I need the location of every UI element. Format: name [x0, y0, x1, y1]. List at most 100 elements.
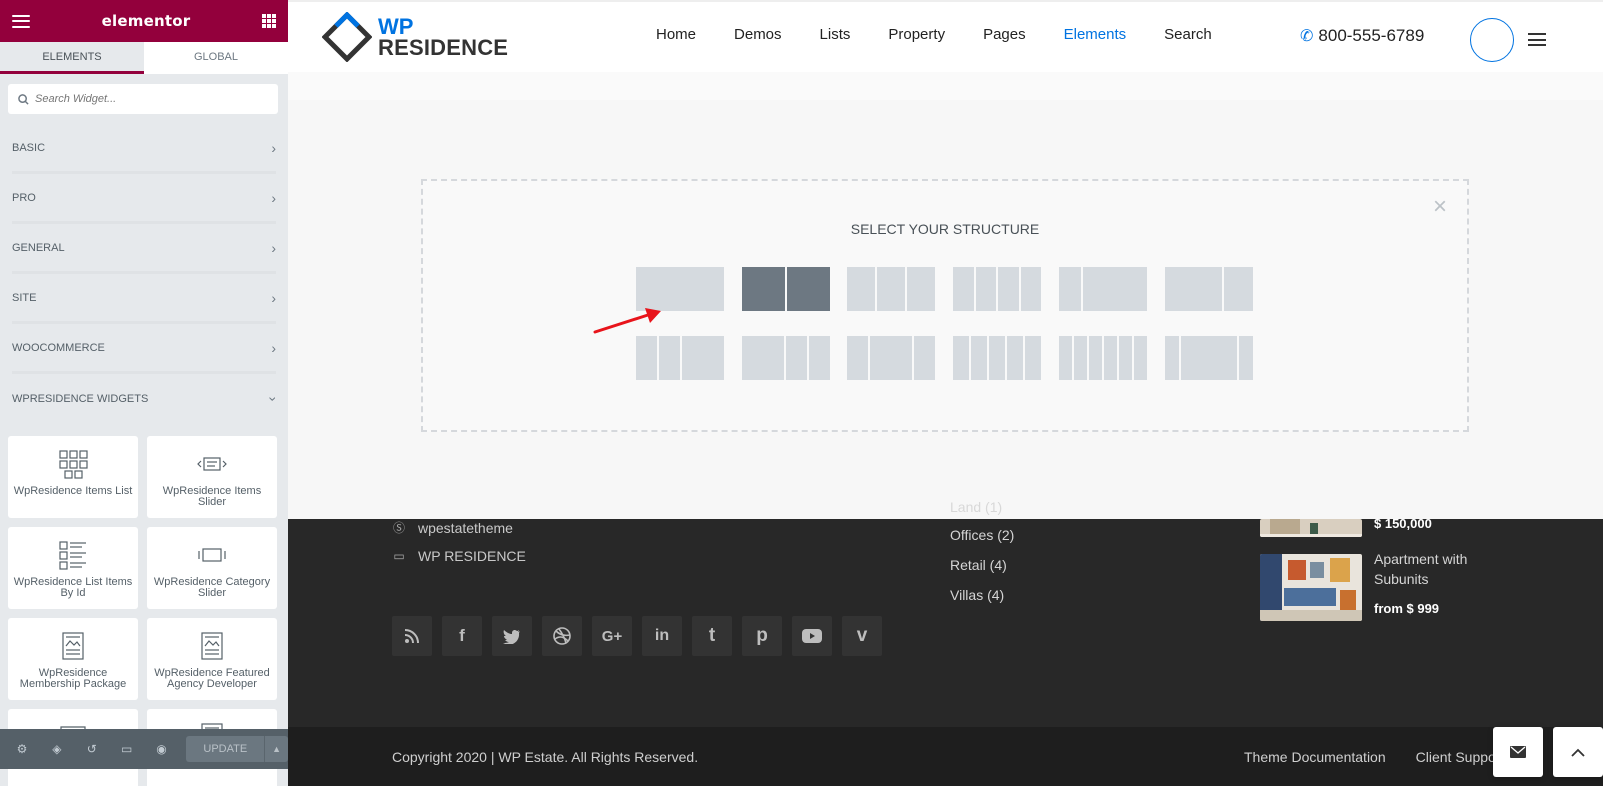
history-icon[interactable]: ↺: [78, 742, 106, 756]
structure-preset-1-col[interactable]: [636, 267, 724, 311]
chevron-down-icon: ›: [265, 396, 282, 402]
chevron-up-icon: [1571, 748, 1585, 757]
vimeo-icon[interactable]: v: [842, 616, 882, 656]
nav-search[interactable]: Search: [1164, 26, 1212, 43]
nav-demos[interactable]: Demos: [734, 26, 782, 43]
nav-home[interactable]: Home: [656, 26, 696, 43]
category-slider-icon: [198, 548, 226, 562]
phone-icon: ✆: [1300, 28, 1314, 45]
property-title[interactable]: Apartment with Subunits: [1374, 549, 1524, 589]
preview-eye-icon[interactable]: ◉: [148, 742, 176, 756]
back-to-top-button[interactable]: [1553, 727, 1603, 777]
category-basic[interactable]: BASIC ›: [12, 124, 276, 174]
footer-category-land[interactable]: Land (1): [950, 499, 1002, 515]
footer-contact-text: wpestatetheme: [418, 519, 513, 536]
widget-label: WpResidence Membership Package: [19, 667, 127, 690]
structure-preset-5-col[interactable]: [953, 336, 1041, 380]
header-phone[interactable]: ✆ 800-555-6789: [1300, 26, 1424, 46]
navigator-layers-icon[interactable]: ◈: [43, 742, 71, 756]
widget-featured-agency-developer[interactable]: WpResidence Featured Agency Developer: [147, 618, 277, 700]
widget-category-slider[interactable]: WpResidence Category Slider: [147, 527, 277, 609]
structure-preset-25-50-25[interactable]: [847, 336, 935, 380]
close-icon[interactable]: ×: [1433, 195, 1447, 219]
monitor-icon: ▭: [393, 549, 405, 563]
footer-category-retail[interactable]: Retail (4): [950, 557, 1007, 573]
contact-mail-button[interactable]: [1493, 727, 1543, 777]
structure-preset-66-33[interactable]: [1165, 267, 1253, 311]
category-label: SITE: [12, 291, 37, 304]
property-thumbnail[interactable]: [1260, 519, 1362, 537]
category-woocommerce[interactable]: WOOCOMMERCE ›: [12, 324, 276, 374]
widget-items-slider[interactable]: WpResidence Items Slider: [147, 436, 277, 518]
link-client-support[interactable]: Client Support: [1416, 749, 1505, 765]
category-wpresidence-widgets[interactable]: WPRESIDENCE WIDGETS ›: [12, 374, 282, 424]
twitter-icon[interactable]: [492, 616, 532, 656]
editor-canvas: SELECT YOUR STRUCTURE ×: [288, 72, 1603, 519]
panel-footer: ⚙ ◈ ↺ ▭ ◉ UPDATE ▲: [0, 729, 288, 769]
pinterest-icon[interactable]: p: [742, 616, 782, 656]
main-navigation: Home Demos Lists Property Pages Elements…: [656, 26, 1250, 43]
structure-preset-4-col[interactable]: [953, 267, 1041, 311]
chevron-right-icon: ›: [271, 239, 276, 256]
google-plus-icon[interactable]: G+: [592, 616, 632, 656]
linkedin-icon[interactable]: in: [642, 616, 682, 656]
chevron-right-icon: ›: [271, 289, 276, 306]
widget-membership-package[interactable]: WpResidence Membership Package: [8, 618, 138, 700]
search-icon: [18, 93, 29, 105]
list-items-icon: [59, 541, 86, 570]
panel-tabs: ELEMENTS GLOBAL: [0, 42, 288, 74]
property-price: from $ 999: [1374, 601, 1440, 616]
structure-preset-25-75[interactable]: [1059, 267, 1147, 311]
select-structure-box: SELECT YOUR STRUCTURE ×: [421, 179, 1469, 432]
nav-property[interactable]: Property: [888, 26, 945, 43]
category-pro[interactable]: PRO ›: [12, 174, 276, 224]
user-avatar[interactable]: [1470, 18, 1514, 62]
elementor-logo: elementor: [101, 12, 191, 30]
copyright-text: Copyright 2020 | WP Estate. All Rights R…: [392, 749, 699, 765]
structure-preset-25-25-50[interactable]: [636, 336, 724, 380]
header-menu-icon[interactable]: [1528, 33, 1546, 46]
site-logo[interactable]: WP RESIDENCE: [322, 12, 508, 62]
structure-preset-50-25-25[interactable]: [742, 336, 830, 380]
footer-bottom-bar: Copyright 2020 | WP Estate. All Rights R…: [288, 727, 1603, 786]
category-site[interactable]: SITE ›: [12, 274, 276, 324]
tumblr-icon[interactable]: t: [692, 616, 732, 656]
dribbble-icon[interactable]: [542, 616, 582, 656]
membership-package-icon: [62, 632, 84, 660]
youtube-icon[interactable]: [792, 616, 832, 656]
widgets-grid-icon[interactable]: [262, 14, 276, 28]
facebook-icon[interactable]: f: [442, 616, 482, 656]
settings-gear-icon[interactable]: ⚙: [8, 742, 36, 756]
structure-preset-3-col[interactable]: [847, 267, 935, 311]
link-theme-documentation[interactable]: Theme Documentation: [1244, 749, 1386, 765]
nav-elements[interactable]: Elements: [1064, 26, 1127, 43]
tab-elements[interactable]: ELEMENTS: [0, 42, 144, 74]
responsive-mode-icon[interactable]: ▭: [113, 742, 141, 756]
category-general[interactable]: GENERAL ›: [12, 224, 276, 274]
nav-pages[interactable]: Pages: [983, 26, 1026, 43]
tab-global[interactable]: GLOBAL: [144, 42, 288, 74]
widget-label: WpResidence Items List: [13, 485, 133, 497]
hamburger-menu-icon[interactable]: [12, 14, 30, 28]
structure-preset-16-66-16[interactable]: [1165, 336, 1253, 380]
structure-preset-2-col[interactable]: [742, 267, 830, 311]
header-spacer: [288, 72, 1603, 100]
update-button[interactable]: UPDATE: [186, 736, 265, 762]
property-thumbnail[interactable]: [1260, 554, 1362, 621]
footer-website[interactable]: ▭ WP RESIDENCE: [392, 548, 526, 564]
rss-icon[interactable]: [392, 616, 432, 656]
nav-lists[interactable]: Lists: [820, 26, 851, 43]
caret-up-icon[interactable]: ▲: [264, 736, 288, 762]
chevron-right-icon: ›: [271, 139, 276, 156]
search-widget-input[interactable]: [35, 93, 265, 105]
footer-category-offices[interactable]: Offices (2): [950, 527, 1014, 543]
widget-items-list[interactable]: WpResidence Items List: [8, 436, 138, 518]
widget-label: WpResidence Category Slider: [153, 576, 271, 599]
widget-label: WpResidence Featured Agency Developer: [154, 667, 270, 690]
widget-list-items-by-id[interactable]: WpResidence List Items By Id: [8, 527, 138, 609]
footer-skype[interactable]: Ⓢ wpestatetheme: [392, 519, 513, 536]
property-price: $ 150,000: [1374, 516, 1432, 531]
elementor-panel: elementor ELEMENTS GLOBAL BASIC › PRO › GE…: [0, 0, 288, 786]
structure-preset-6-col[interactable]: [1059, 336, 1147, 380]
footer-category-villas[interactable]: Villas (4): [950, 587, 1004, 603]
